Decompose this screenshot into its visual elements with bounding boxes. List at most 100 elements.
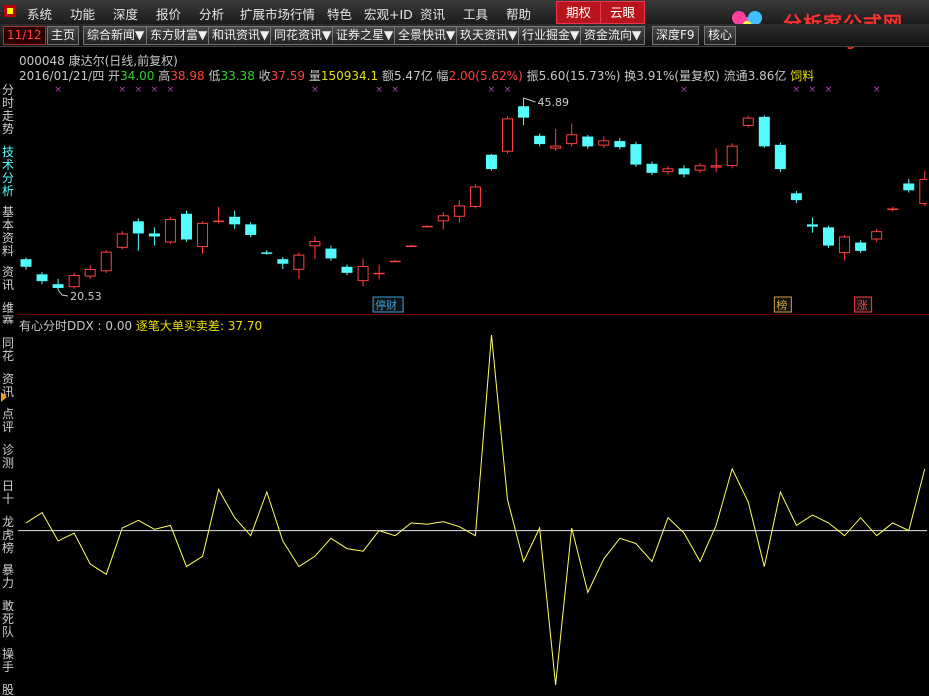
candle-body [566, 134, 578, 145]
sidebar-tab-news[interactable]: 资讯 [2, 266, 15, 294]
close-value: 37.59 [270, 69, 306, 83]
jiutian-news-button[interactable]: 玖天资讯▼ [456, 26, 522, 45]
indicator-value: 0.00 [105, 319, 133, 333]
sidebar-tab-operator[interactable]: 操手 [2, 648, 15, 676]
tab-cloud-eye[interactable]: 云眼 [600, 1, 646, 24]
candle [373, 264, 385, 280]
menu-item-analysis[interactable]: 分析 [199, 4, 224, 23]
candlestick-chart[interactable]: × × × × × × × × × × × × × × × 45.89 20.53 停财 榜 涨 [18, 84, 927, 314]
candle-body [469, 186, 481, 207]
candle-body [100, 251, 112, 272]
candle [277, 256, 289, 270]
candle-body [132, 221, 144, 234]
candle-body [646, 163, 658, 173]
sidebar-tab-intraday[interactable]: 分时走势 [2, 84, 15, 138]
candle-body [485, 154, 497, 170]
menu-item-news[interactable]: 资讯 [420, 4, 445, 23]
candle-body [20, 259, 32, 267]
menu-item-tools[interactable]: 工具 [463, 4, 488, 23]
sidebar-tab-stock[interactable]: 股 [2, 684, 15, 696]
float-value: 3.86亿 [747, 69, 787, 83]
menu-item-extended-market[interactable]: 扩展市场行情 [240, 4, 315, 23]
candle [181, 210, 192, 242]
signal-marker: × [809, 85, 817, 95]
menu-item-help[interactable]: 帮助 [506, 4, 531, 23]
candle-body [742, 117, 754, 126]
event-badge: 涨 [854, 296, 873, 313]
sidebar-tab-comment[interactable]: 点评 [2, 408, 15, 436]
indicator-value2: 37.70 [227, 319, 263, 333]
period-indicator[interactable]: 11/12 [3, 26, 46, 45]
industry-link[interactable]: 饲料 [790, 69, 814, 83]
candle-body [855, 242, 867, 251]
menu-item-special[interactable]: 特色 [327, 4, 352, 23]
candle-body [806, 224, 818, 227]
quote-date: 2016/01/21/四 [19, 69, 105, 83]
tab-options[interactable]: 期权 [556, 1, 602, 24]
sidebar-tab-tonghua[interactable]: 同花 [2, 337, 15, 365]
candle-body [164, 219, 176, 243]
indicator-label2: 逐笔大单买卖差 [135, 319, 220, 333]
sidebar-tab-violent[interactable]: 暴力 [2, 564, 15, 592]
candle [758, 115, 770, 148]
menu-item-system[interactable]: 系统 [27, 4, 52, 23]
candle-body [758, 116, 770, 147]
amount-value: 5.47亿 [393, 69, 433, 83]
industry-mining-button[interactable]: 行业掘金▼ [518, 26, 584, 45]
menu-item-quote[interactable]: 报价 [156, 4, 181, 23]
candle [84, 265, 96, 279]
candle [790, 191, 802, 204]
sidebar-arrow-icon[interactable] [1, 392, 7, 402]
sidebar-tab-day-ten[interactable]: 日十 [2, 480, 15, 508]
candle-body [550, 145, 562, 149]
core-button[interactable]: 核心 [704, 26, 737, 45]
sidebar-tab-daredevil[interactable]: 敢死队 [2, 600, 15, 642]
panorama-flash-button[interactable]: 全景快讯▼ [394, 26, 460, 45]
signal-marker: × [375, 85, 383, 95]
candle-body [871, 231, 883, 240]
range-label: 幅 [436, 69, 449, 83]
sidebar-tab-weisai[interactable]: 维赛 [2, 302, 15, 324]
candle-body [52, 284, 64, 288]
signal-marker: × [54, 85, 62, 95]
sidebar-tab-dragon-tiger[interactable]: 龙虎榜 [2, 516, 15, 558]
stockstar-button[interactable]: 证券之星▼ [332, 26, 398, 45]
candle-body [293, 254, 305, 270]
candle-body [582, 136, 594, 147]
menu-item-depth[interactable]: 深度 [113, 4, 138, 23]
candle [502, 116, 513, 154]
hexun-news-button[interactable]: 和讯资讯▼ [208, 26, 274, 45]
depth-f9-button[interactable]: 深度F9 [652, 26, 699, 45]
ths-news-button[interactable]: 同花资讯▼ [270, 26, 336, 45]
ddx-series-line [25, 334, 926, 686]
signal-marker: × [504, 85, 512, 95]
menu-item-function[interactable]: 功能 [70, 4, 95, 23]
candle [389, 259, 401, 263]
candle-body [229, 216, 241, 225]
sidebar-tab-fundamentals[interactable]: 基本资料 [2, 206, 15, 260]
signal-marker: × [151, 85, 159, 95]
candle [518, 98, 530, 126]
event-badge-text: 停财 [375, 298, 397, 312]
candle-body [502, 118, 513, 152]
fund-flow-button[interactable]: 资金流向▼ [580, 26, 646, 45]
candle [20, 257, 32, 270]
candle [919, 170, 927, 207]
candle-body [36, 274, 48, 282]
ddx-line-chart[interactable] [18, 332, 927, 696]
candle-body [614, 141, 626, 148]
sidebar-tab-diagnose[interactable]: 诊测 [2, 444, 15, 472]
float-label: 流通 [723, 69, 748, 83]
candle [68, 272, 80, 289]
sidebar-tab-technical[interactable]: 技术分析 [2, 146, 15, 200]
candle-body [373, 272, 385, 275]
candle-body [277, 259, 289, 264]
low-pointer [57, 289, 69, 297]
eastmoney-button[interactable]: 东方财富▼ [146, 26, 212, 45]
composite-news-button[interactable]: 综合新闻▼ [83, 26, 149, 45]
high-value: 38.98 [170, 69, 205, 83]
candle-body [534, 135, 546, 145]
menu-item-macro[interactable]: 宏观+ID [364, 4, 413, 23]
candle-body [839, 236, 851, 254]
home-button[interactable]: 主页 [47, 26, 80, 45]
